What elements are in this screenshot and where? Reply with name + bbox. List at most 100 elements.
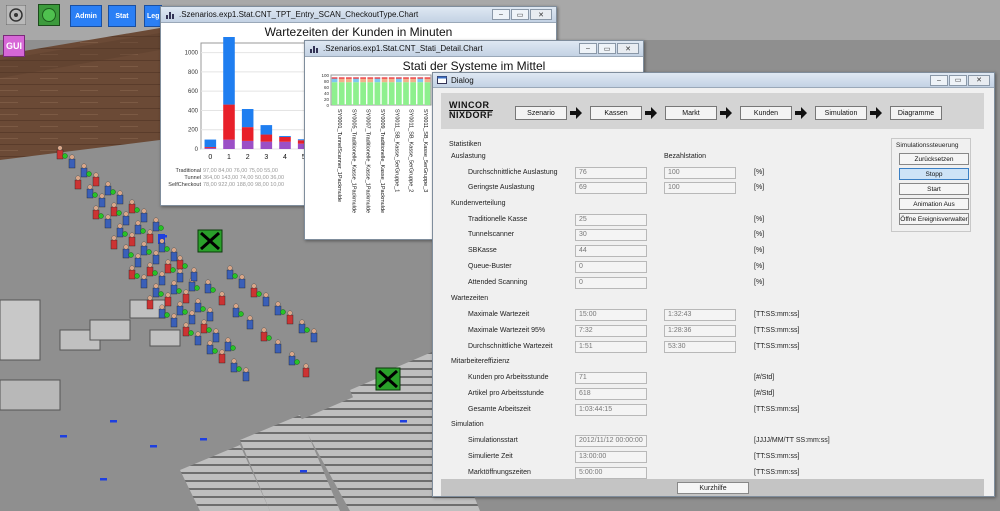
- bar-segment: [374, 78, 381, 83]
- durchschnittliche-auslastung-field[interactable]: 76: [575, 167, 647, 179]
- artikel-pro-arbeitsstunde-field[interactable]: 618: [575, 388, 647, 400]
- chart-window-titlebar[interactable]: .Szenarios.exp1.Stat.CNT_TPT_Entry_SCAN_…: [161, 7, 556, 23]
- bar-segment: [424, 82, 431, 105]
- maximize-button[interactable]: ▭: [598, 43, 616, 54]
- bezahlstation-maximale-wartezeit-95-field[interactable]: 1:28:36: [664, 325, 736, 337]
- workflow-header: WINCOR NIXDORF Szenario Kassen Markt Kun…: [441, 93, 984, 129]
- flow-button-kunden[interactable]: Kunden: [740, 106, 792, 120]
- close-button[interactable]: ✕: [530, 9, 552, 20]
- run-indicator[interactable]: [38, 4, 60, 26]
- section-mitarbeitereffizienz: Mitarbeitereffizienz: [451, 358, 510, 365]
- traditionelle-kasse-field[interactable]: 25: [575, 214, 647, 226]
- bezahlstation-durchschnitt-field[interactable]: 100: [664, 167, 736, 179]
- sbkasse-field[interactable]: 44: [575, 245, 647, 257]
- system-status-bar-chart: 020406080100 SY0001_TunnelScanner_1Packmu…: [321, 73, 432, 213]
- section-simulation: Simulation: [451, 421, 484, 428]
- bar-segment: [331, 78, 338, 83]
- flow-button-kassen[interactable]: Kassen: [590, 106, 642, 120]
- table-row-values: 97,00 84,00 76,00 75,00 55,00: [203, 168, 278, 174]
- customer-icon: [212, 328, 220, 343]
- entry-marker[interactable]: [197, 229, 223, 253]
- floor-marker: [60, 435, 67, 438]
- logo-line-1: WINCOR: [449, 100, 490, 110]
- target-icon[interactable]: [6, 5, 26, 25]
- unit-label: [#/Std]: [754, 374, 775, 381]
- x-tick-label: 0: [208, 154, 212, 161]
- bar-segment: [241, 127, 254, 141]
- minimize-button[interactable]: –: [930, 74, 948, 86]
- tunnelscanner-field[interactable]: 30: [575, 229, 647, 241]
- marktoeffnungszeiten-field[interactable]: 5:00:00: [575, 467, 647, 479]
- close-button[interactable]: ✕: [968, 74, 990, 86]
- open-event-manager-button[interactable]: Öffne Ereignisverwalter: [899, 213, 969, 225]
- bar-segment: [241, 140, 254, 149]
- flow-button-simulation[interactable]: Simulation: [815, 106, 867, 120]
- dialog-titlebar[interactable]: Dialog – ▭ ✕: [433, 73, 994, 88]
- floor-marker: [200, 438, 207, 441]
- bar-segment: [360, 78, 366, 83]
- arrow-right-icon: [795, 107, 807, 119]
- stop-button[interactable]: Stopp: [899, 168, 969, 180]
- simulierte-zeit-field[interactable]: 13:00:00: [575, 451, 647, 463]
- bar-segment: [331, 82, 338, 105]
- customer-icon: [170, 247, 178, 262]
- bar-segment: [396, 77, 402, 79]
- gui-button[interactable]: GUI: [3, 35, 25, 57]
- floor-marker: [150, 445, 157, 448]
- admin-button[interactable]: Admin: [70, 5, 102, 27]
- bar-segment: [241, 109, 254, 128]
- maximize-button[interactable]: ▭: [949, 74, 967, 86]
- table-row-label: Traditional: [175, 168, 201, 174]
- section-kundenverteilung: Kundenverteilung: [451, 200, 506, 207]
- dialog-window[interactable]: Dialog – ▭ ✕ WINCOR NIXDORF Szenario Kas…: [432, 72, 995, 497]
- exit-marker[interactable]: [375, 367, 401, 391]
- customer-icon: [176, 268, 184, 283]
- attended-scanning-field[interactable]: 0: [575, 277, 647, 289]
- customer-icon: [98, 193, 106, 208]
- flow-button-markt[interactable]: Markt: [665, 106, 717, 120]
- bar-segment: [410, 82, 416, 105]
- row-label: Durchschnittliche Auslastung: [468, 169, 558, 176]
- maximale-wartezeit-95-field[interactable]: 7:32: [575, 325, 647, 337]
- wincor-nixdorf-logo: WINCOR NIXDORF: [449, 101, 493, 120]
- geringste-auslastung-field[interactable]: 69: [575, 182, 647, 194]
- start-button[interactable]: Start: [899, 183, 969, 195]
- dialog-icon: [437, 76, 447, 84]
- bezahlstation-maximale-wartezeit-field[interactable]: 1:32:43: [664, 309, 736, 321]
- panel-title: Simulationssteuerung: [896, 142, 959, 149]
- queue-buster-field[interactable]: 0: [575, 261, 647, 273]
- arrow-right-icon: [570, 107, 582, 119]
- maximize-button[interactable]: ▭: [511, 9, 529, 20]
- row-label: Maximale Wartezeit 95%: [468, 327, 546, 334]
- flow-button-diagramme[interactable]: Diagramme: [890, 106, 942, 120]
- x-tick-label: 3: [264, 154, 268, 161]
- flow-button-szenario[interactable]: Szenario: [515, 106, 567, 120]
- stat-button[interactable]: Stat: [108, 5, 136, 27]
- unit-label: [%]: [754, 169, 765, 176]
- close-button[interactable]: ✕: [617, 43, 639, 54]
- bar-segment: [353, 78, 359, 83]
- bar-segment: [346, 77, 352, 79]
- maximale-wartezeit-field[interactable]: 15:00: [575, 309, 647, 321]
- minimize-button[interactable]: –: [492, 9, 510, 20]
- gesamte-arbeitszeit-field[interactable]: 1:03:44:15: [575, 404, 647, 416]
- bezahlstation-geringste-field[interactable]: 100: [664, 182, 736, 194]
- bezahlstation-durchschnittliche-wartezeit-field[interactable]: 53:30: [664, 341, 736, 353]
- waiting-time-bar-chart: 02004006008001000012345: [185, 37, 314, 161]
- durchschnittliche-wartezeit-field[interactable]: 1:51: [575, 341, 647, 353]
- simulationssteuerung-panel: Simulationssteuerung Zurücksetzen Stopp …: [891, 138, 971, 232]
- minimize-button[interactable]: –: [579, 43, 597, 54]
- floor-marker: [160, 235, 167, 238]
- customer-icon: [274, 339, 282, 354]
- unit-label: [TT:SS:mm:ss]: [754, 469, 800, 476]
- unit-label: [TT:SS:mm:ss]: [754, 311, 800, 318]
- reset-button[interactable]: Zurücksetzen: [899, 153, 969, 165]
- kurzhilfe-button[interactable]: Kurzhilfe: [677, 482, 749, 494]
- bar-segment: [403, 78, 409, 83]
- kunden-pro-arbeitsstunde-field[interactable]: 71: [575, 372, 647, 384]
- animation-off-button[interactable]: Animation Aus: [899, 198, 969, 210]
- section-statistiken: Statistiken: [449, 141, 482, 148]
- chart-window-titlebar[interactable]: .Szenarios.exp1.Stat.CNT_Stati_Detail.Ch…: [305, 41, 643, 57]
- bar-segment: [381, 77, 388, 79]
- simulationsstart-field[interactable]: 2012/11/12 00:00:00: [575, 435, 647, 447]
